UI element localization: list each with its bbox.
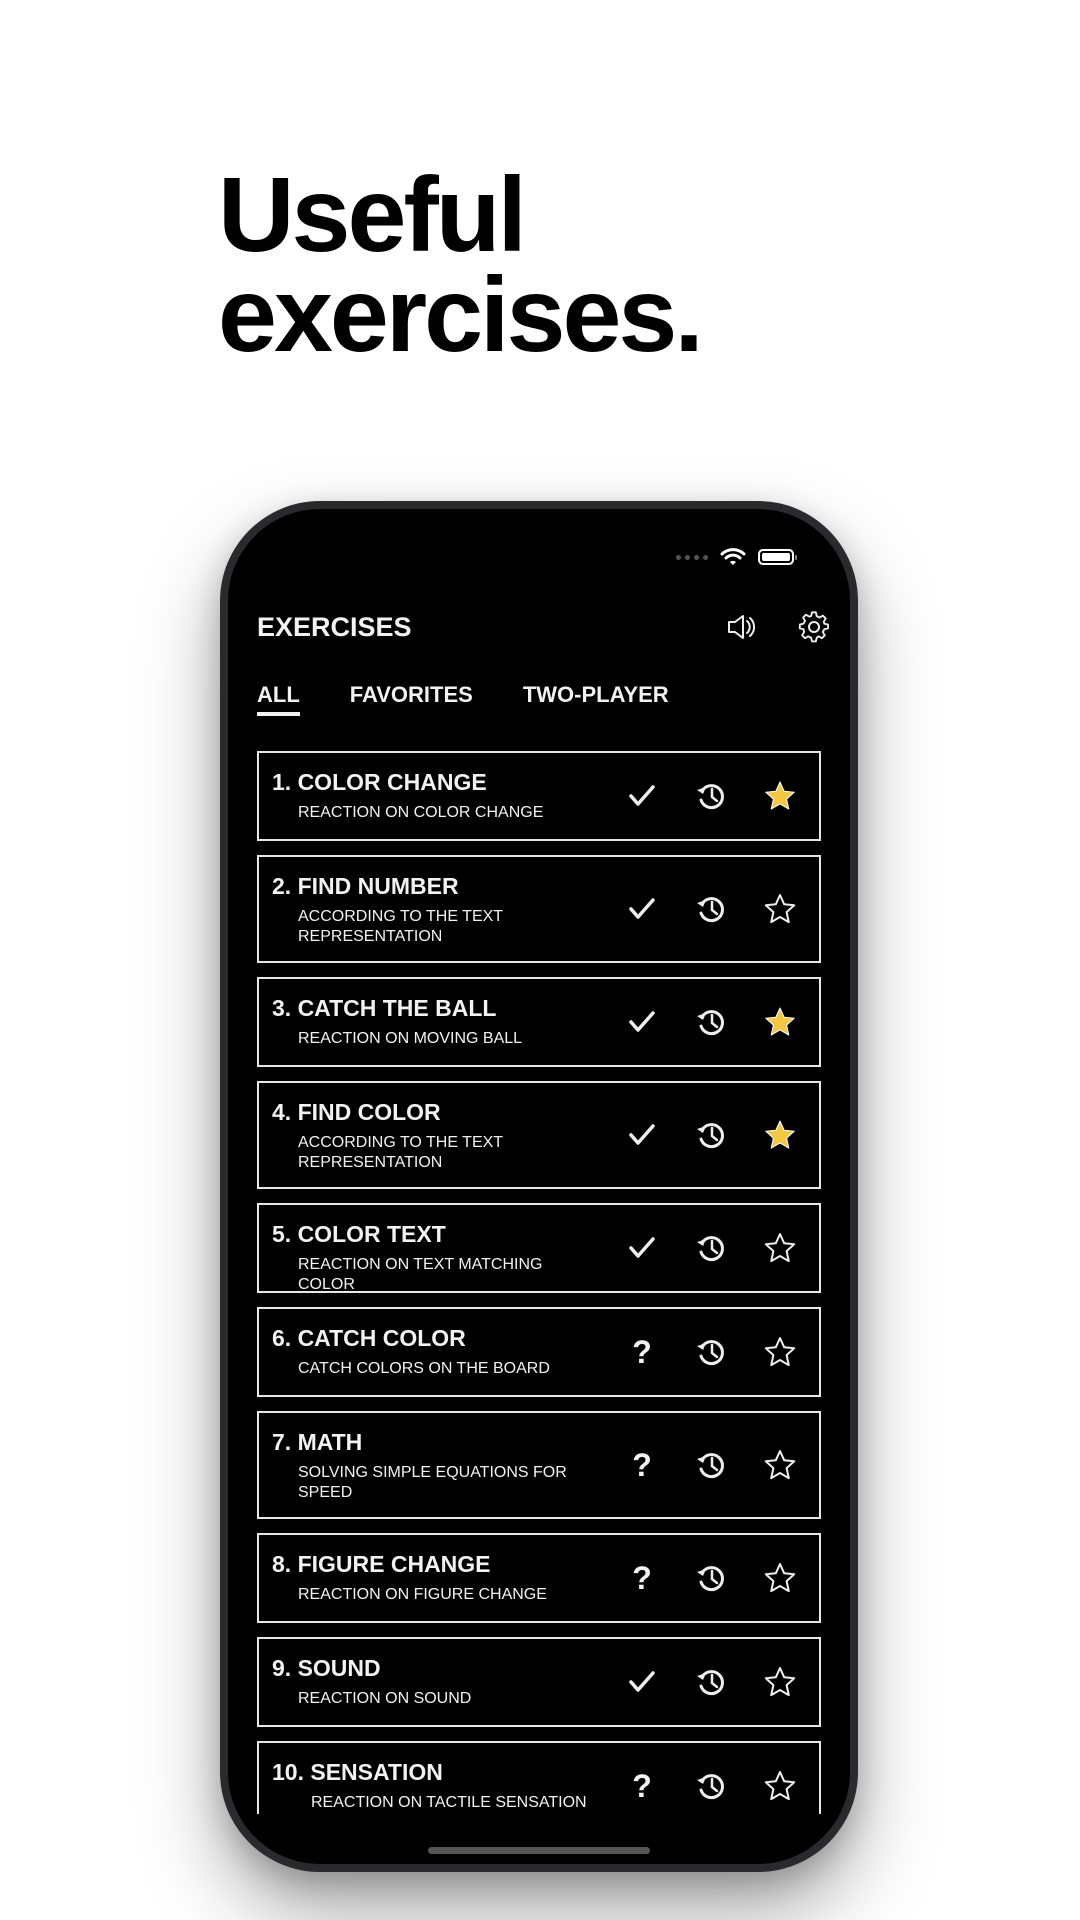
exercise-card[interactable]: 1. COLOR CHANGE REACTION ON COLOR CHANGE	[257, 751, 821, 841]
exercise-card[interactable]: 7. MATH SOLVING SIMPLE EQUATIONS FOR SPEE…	[257, 1411, 821, 1519]
exercise-description: CATCH COLORS ON THE BOARD	[298, 1360, 550, 1377]
question-icon[interactable]: ?	[625, 1768, 659, 1804]
exercise-description: REACTION ON TEXT MATCHING COLOR	[298, 1256, 543, 1293]
exercise-name: 9. SOUND	[272, 1655, 381, 1681]
check-icon	[625, 1231, 659, 1265]
star-filled-icon[interactable]	[763, 779, 797, 813]
check-icon	[625, 1665, 659, 1699]
exercise-description: ACCORDING TO THE TEXT REPRESENTATION	[298, 1134, 503, 1171]
exercise-description: SOLVING SIMPLE EQUATIONS FOR SPEED	[298, 1464, 567, 1501]
speaker-icon[interactable]	[724, 610, 758, 644]
tab-favorites[interactable]: FAVORITES	[350, 682, 473, 708]
exercise-name: 2. FIND NUMBER	[272, 873, 459, 899]
star-outline-icon[interactable]	[763, 1769, 797, 1803]
exercise-description: REACTION ON SOUND	[298, 1690, 472, 1707]
exercise-name: 1. COLOR CHANGE	[272, 769, 487, 795]
exercise-card[interactable]: 10. SENSATION REACTION ON TACTILE SENSATI…	[257, 1741, 821, 1814]
check-icon	[625, 892, 659, 926]
status-bar	[676, 547, 797, 567]
headline-line-1: Useful	[218, 156, 527, 274]
history-icon[interactable]	[694, 1561, 728, 1595]
history-icon[interactable]	[694, 1665, 728, 1699]
exercise-name: 4. FIND COLOR	[272, 1099, 441, 1125]
check-icon	[625, 1005, 659, 1039]
exercise-description: REACTION ON FIGURE CHANGE	[298, 1586, 547, 1603]
exercise-name: 8. FIGURE CHANGE	[272, 1551, 491, 1577]
headline: Useful exercises.	[218, 156, 704, 374]
wifi-icon	[720, 548, 746, 565]
tab-bar: ALL FAVORITES TWO-PLAYER	[257, 682, 719, 716]
star-outline-icon[interactable]	[763, 1561, 797, 1595]
exercise-card[interactable]: 2. FIND NUMBER ACCORDING TO THE TEXT REPR…	[257, 855, 821, 963]
star-outline-icon[interactable]	[763, 1231, 797, 1265]
check-icon	[625, 779, 659, 813]
history-icon[interactable]	[694, 1335, 728, 1369]
exercise-description: ACCORDING TO THE TEXT REPRESENTATION	[298, 908, 503, 945]
phone-frame: EXERCISES ALL FAVORITES TWO-PLAYER 1. CO…	[220, 501, 858, 1872]
question-icon[interactable]: ?	[625, 1334, 659, 1370]
exercise-description: REACTION ON TACTILE SENSATION	[311, 1794, 587, 1811]
star-filled-icon[interactable]	[763, 1005, 797, 1039]
exercise-list[interactable]: 1. COLOR CHANGE REACTION ON COLOR CHANGE 2…	[257, 751, 821, 1814]
home-indicator[interactable]	[428, 1847, 650, 1854]
exercise-card[interactable]: 8. FIGURE CHANGE REACTION ON FIGURE CHANG…	[257, 1533, 821, 1623]
exercise-card[interactable]: 4. FIND COLOR ACCORDING TO THE TEXT REPRE…	[257, 1081, 821, 1189]
signal-dots-icon	[676, 554, 708, 560]
exercise-card[interactable]: 6. CATCH COLOR CATCH COLORS ON THE BOARD?	[257, 1307, 821, 1397]
check-icon	[625, 1118, 659, 1152]
history-icon[interactable]	[694, 1769, 728, 1803]
star-filled-icon[interactable]	[763, 1118, 797, 1152]
exercise-card[interactable]: 5. COLOR TEXT REACTION ON TEXT MATCHING C…	[257, 1203, 821, 1293]
star-outline-icon[interactable]	[763, 892, 797, 926]
history-icon[interactable]	[694, 1118, 728, 1152]
exercise-card[interactable]: 3. CATCH THE BALL REACTION ON MOVING BALL	[257, 977, 821, 1067]
history-icon[interactable]	[694, 1231, 728, 1265]
history-icon[interactable]	[694, 1448, 728, 1482]
exercise-name: 10. SENSATION	[272, 1759, 443, 1785]
phone-screen: EXERCISES ALL FAVORITES TWO-PLAYER 1. CO…	[228, 509, 850, 1864]
star-outline-icon[interactable]	[763, 1448, 797, 1482]
tab-two-player[interactable]: TWO-PLAYER	[523, 682, 669, 708]
exercise-name: 6. CATCH COLOR	[272, 1325, 466, 1351]
exercise-name: 3. CATCH THE BALL	[272, 995, 497, 1021]
question-icon[interactable]: ?	[625, 1447, 659, 1483]
exercise-description: REACTION ON COLOR CHANGE	[298, 804, 544, 821]
question-icon[interactable]: ?	[625, 1560, 659, 1596]
history-icon[interactable]	[694, 892, 728, 926]
exercise-name: 5. COLOR TEXT	[272, 1221, 446, 1247]
history-icon[interactable]	[694, 779, 728, 813]
exercise-card[interactable]: 9. SOUND REACTION ON SOUND	[257, 1637, 821, 1727]
gear-icon[interactable]	[797, 610, 831, 644]
headline-line-2: exercises.	[218, 256, 704, 374]
tab-all[interactable]: ALL	[257, 682, 300, 716]
star-outline-icon[interactable]	[763, 1665, 797, 1699]
exercise-description: REACTION ON MOVING BALL	[298, 1030, 523, 1047]
exercise-name: 7. MATH	[272, 1429, 363, 1455]
battery-icon	[758, 549, 797, 565]
history-icon[interactable]	[694, 1005, 728, 1039]
star-outline-icon[interactable]	[763, 1335, 797, 1369]
page-title: EXERCISES	[257, 612, 412, 642]
